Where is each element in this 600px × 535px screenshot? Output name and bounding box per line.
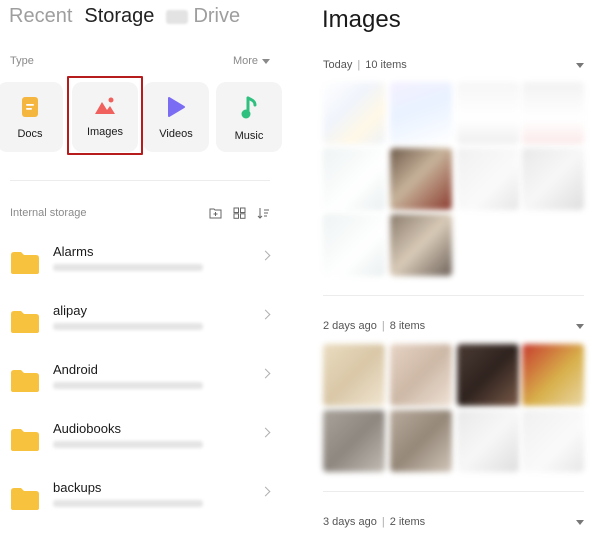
folder-row-android[interactable]: Android <box>10 362 275 410</box>
folder-icon <box>11 488 39 510</box>
image-thumbnail[interactable] <box>390 410 452 472</box>
category-videos-label: Videos <box>159 128 193 140</box>
folder-meta-blurred <box>53 382 203 389</box>
section-info: Today | 10 items <box>323 59 407 71</box>
image-thumbnail[interactable] <box>323 214 385 276</box>
tab-recent[interactable]: Recent <box>9 5 72 28</box>
category-music-label: Music <box>234 130 264 142</box>
image-icon <box>95 97 115 114</box>
divider <box>10 180 270 181</box>
storage-toolbar <box>209 207 270 219</box>
image-thumbnail[interactable] <box>457 82 519 144</box>
section-count: 2 items <box>389 516 426 528</box>
section-2-days-header[interactable]: 2 days ago | 8 items <box>323 320 584 332</box>
category-music[interactable]: Music <box>216 82 282 152</box>
section-today-header[interactable]: Today | 10 items <box>323 59 584 71</box>
tab-storage[interactable]: Storage <box>84 5 154 28</box>
internal-storage-label: Internal storage <box>10 207 87 219</box>
document-icon <box>22 97 38 117</box>
image-thumbnail[interactable] <box>323 82 385 144</box>
more-label: More <box>232 55 258 67</box>
image-thumbnail[interactable] <box>390 214 452 276</box>
grid-view-icon[interactable] <box>233 207 246 219</box>
category-docs[interactable]: Docs <box>0 82 63 152</box>
folder-row-backups[interactable]: backups <box>10 480 275 528</box>
folder-icon <box>11 429 39 451</box>
category-videos[interactable]: Videos <box>143 82 209 152</box>
folder-row-alarms[interactable]: Alarms <box>10 244 275 292</box>
image-thumbnail[interactable] <box>323 344 385 406</box>
page-title: Images <box>322 6 401 33</box>
separator: | <box>357 59 361 71</box>
category-docs-label: Docs <box>17 128 43 140</box>
folder-meta-blurred <box>53 323 203 330</box>
caret-down-icon[interactable] <box>576 62 584 68</box>
top-tabs: Recent Storage Drive <box>9 5 240 28</box>
folder-icon <box>11 252 39 274</box>
chevron-right-icon <box>260 368 271 379</box>
images-panel: Images Today | 10 items 2 days ago | 8 items… <box>308 0 600 535</box>
play-icon <box>168 97 185 117</box>
image-thumbnail[interactable] <box>390 148 452 210</box>
sort-icon[interactable] <box>257 207 270 219</box>
image-thumbnail[interactable] <box>390 344 452 406</box>
folder-name: backups <box>53 480 102 495</box>
image-thumbnail[interactable] <box>522 344 584 406</box>
image-thumbnail[interactable] <box>522 82 584 144</box>
section-count: 10 items <box>365 59 407 71</box>
image-thumbnail[interactable] <box>457 344 519 406</box>
type-label: Type <box>10 55 34 67</box>
image-thumbnail[interactable] <box>522 410 584 472</box>
folder-meta-blurred <box>53 264 203 271</box>
section-3-days-header[interactable]: 3 days ago | 2 items <box>323 516 584 528</box>
caret-down-icon[interactable] <box>576 323 584 329</box>
internal-storage-header: Internal storage <box>10 207 270 219</box>
chevron-right-icon <box>260 486 271 497</box>
section-count: 8 items <box>389 320 426 332</box>
section-divider <box>323 295 584 296</box>
folder-meta-blurred <box>53 500 203 507</box>
image-thumbnail[interactable] <box>323 148 385 210</box>
section-date: 3 days ago <box>323 516 377 528</box>
chevron-right-icon <box>260 309 271 320</box>
folder-name: Android <box>53 362 98 377</box>
image-thumbnail[interactable] <box>390 82 452 144</box>
section-date: Today <box>323 59 353 71</box>
folder-icon <box>11 370 39 392</box>
left-panel: Recent Storage Drive Type More Docs Imag… <box>0 0 290 535</box>
image-thumbnail[interactable] <box>457 410 519 472</box>
section-date: 2 days ago <box>323 320 377 332</box>
image-thumbnail[interactable] <box>323 410 385 472</box>
drive-logo-icon <box>166 9 189 24</box>
category-images[interactable]: Images <box>72 82 138 152</box>
folder-name: Alarms <box>53 244 94 259</box>
chevron-right-icon <box>260 427 271 438</box>
section-info: 2 days ago | 8 items <box>323 320 425 332</box>
image-thumbnail[interactable] <box>457 148 519 210</box>
caret-down-icon[interactable] <box>576 519 584 525</box>
chevron-right-icon <box>260 250 271 261</box>
more-button[interactable]: More <box>233 55 270 67</box>
tab-drive-label: Drive <box>193 5 241 27</box>
section-divider <box>323 491 584 492</box>
folder-name: Audiobooks <box>53 421 121 436</box>
folder-row-audiobooks[interactable]: Audiobooks <box>10 421 275 469</box>
caret-down-icon <box>262 58 270 64</box>
folder-icon <box>11 311 39 333</box>
category-images-label: Images <box>86 126 124 138</box>
section-info: 3 days ago | 2 items <box>323 516 425 528</box>
separator: | <box>381 516 385 528</box>
tab-drive[interactable]: Drive <box>166 5 240 28</box>
folder-name: alipay <box>53 303 87 318</box>
new-folder-icon[interactable] <box>209 207 222 219</box>
image-thumbnail[interactable] <box>522 148 584 210</box>
folder-row-alipay[interactable]: alipay <box>10 303 275 351</box>
type-header: Type More <box>10 55 270 67</box>
music-note-icon <box>241 96 257 119</box>
separator: | <box>381 320 385 332</box>
folder-meta-blurred <box>53 441 203 448</box>
